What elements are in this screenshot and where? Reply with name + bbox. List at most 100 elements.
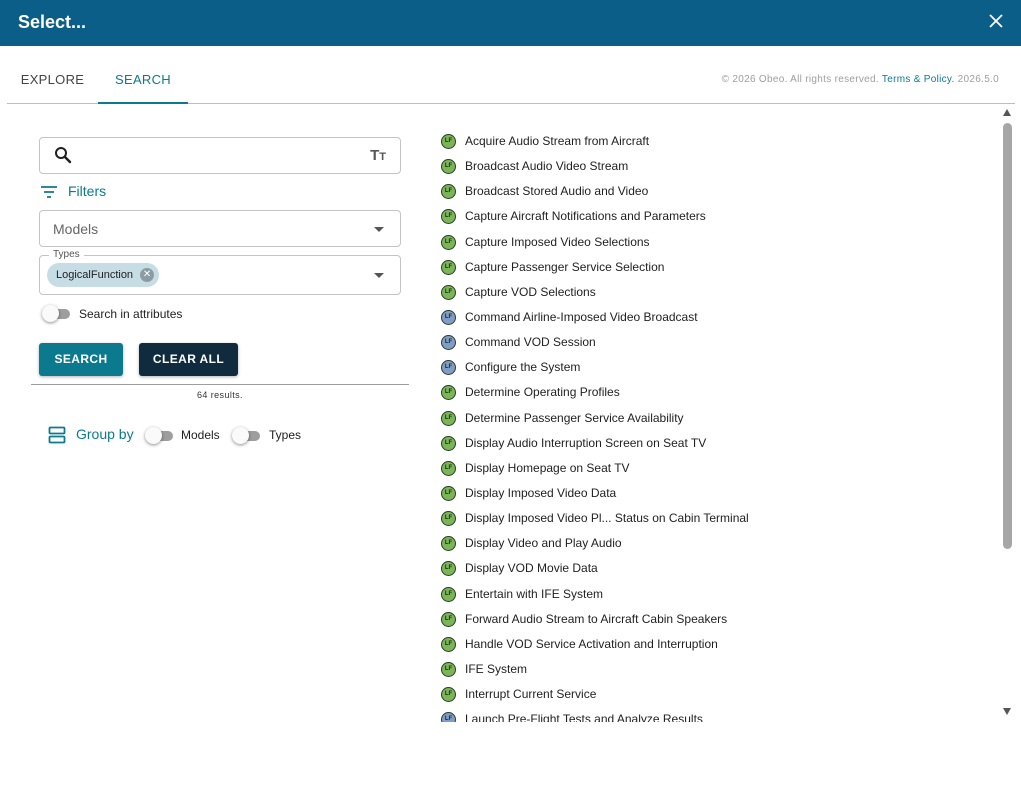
tab-explore[interactable]: EXPLORE [7,46,98,104]
result-item[interactable]: LF Launch Pre-Flight Tests and Analyze Re… [438,706,998,722]
result-item[interactable]: LF Display Video and Play Audio [438,530,998,555]
result-item[interactable]: LF Display Imposed Video Data [438,480,998,505]
result-item-label: Display Imposed Video Pl... Status on Ca… [465,511,749,526]
chip-remove-icon[interactable]: ✕ [140,268,155,282]
scroll-up-arrow[interactable] [1003,109,1011,116]
result-item-label: Launch Pre-Flight Tests and Analyze Resu… [465,712,703,722]
result-item-label: Display Imposed Video Data [465,485,617,500]
group-by-icon [48,426,66,444]
result-item[interactable]: LF Display Homepage on Seat TV [438,455,998,480]
result-item-label: Capture VOD Selections [465,284,596,299]
logical-function-icon: LF [441,712,456,722]
search-button[interactable]: SEARCH [39,343,123,376]
logical-function-icon: LF [441,385,456,401]
logical-function-icon: LF [441,687,456,703]
result-item[interactable]: LF Command Airline-Imposed Video Broadcas… [438,304,998,329]
result-item[interactable]: LF Capture VOD Selections [438,279,998,304]
text-size-icon[interactable]: TT [370,147,386,164]
result-item-label: Entertain with IFE System [465,586,604,601]
results-list: LF Acquire Audio Stream from Aircraft LF Br… [438,128,998,722]
models-select[interactable]: Models [39,210,401,247]
tab-bar: EXPLORE SEARCH © 2026 Obeo. All rights r… [7,46,1015,104]
result-item[interactable]: LF Determine Passenger Service Availabili… [438,405,998,430]
group-by-label: Group by [76,426,134,442]
logical-function-icon: LF [441,309,456,325]
filter-icon [41,186,57,198]
types-select[interactable]: Types LogicalFunction ✕ [39,249,401,295]
group-by-models-toggle[interactable] [145,427,175,444]
result-item[interactable]: LF Configure the System [438,354,998,379]
logical-function-icon: LF [441,636,456,652]
result-item-label: Acquire Audio Stream from Aircraft [465,134,650,148]
result-item-label: Display Audio Interruption Screen on Sea… [465,435,707,450]
logical-function-icon: LF [441,234,456,250]
result-item[interactable]: LF Acquire Audio Stream from Aircraft [438,128,998,153]
result-item[interactable]: LF Display Audio Interruption Screen on S… [438,430,998,455]
logical-function-icon: LF [441,661,456,677]
search-field[interactable]: TT [39,137,401,174]
result-item[interactable]: LF Broadcast Audio Video Stream [438,153,998,178]
result-item-label: IFE System [465,661,528,676]
types-legend: Types [49,249,84,260]
logical-function-icon: LF [441,360,456,376]
logical-function-icon: LF [441,511,456,527]
result-item-label: Handle VOD Service Activation and Interr… [465,636,718,651]
search-attributes-toggle[interactable] [42,305,72,322]
result-item-label: Display Homepage on Seat TV [465,460,630,475]
result-item[interactable]: LF Broadcast Stored Audio and Video [438,178,998,203]
result-item-label: Display Video and Play Audio [465,536,622,551]
result-item[interactable]: LF IFE System [438,656,998,681]
result-item-label: Command Airline-Imposed Video Broadcast [465,309,698,324]
logical-function-icon: LF [441,460,456,476]
result-item-label: Broadcast Audio Video Stream [465,159,629,174]
search-attributes-label: Search in attributes [79,307,183,321]
scrollbar-thumb[interactable] [1003,123,1012,549]
logical-function-icon: LF [441,410,456,426]
scroll-down-arrow[interactable] [1003,708,1011,715]
result-item-label: Display VOD Movie Data [465,561,598,576]
result-item-label: Determine Passenger Service Availability [465,410,684,425]
version-text: 2026.5.0 [957,74,999,85]
logical-function-icon: LF [441,335,456,351]
logical-function-icon: LF [441,435,456,451]
result-item[interactable]: LF Display VOD Movie Data [438,555,998,580]
result-item-label: Capture Imposed Video Selections [465,234,650,249]
result-item[interactable]: LF Determine Operating Profiles [438,379,998,404]
result-item-label: Determine Operating Profiles [465,385,620,400]
logical-function-icon: LF [441,209,456,225]
logical-function-icon: LF [441,611,456,627]
result-item[interactable]: LF Capture Imposed Video Selections [438,229,998,254]
result-item[interactable]: LF Command VOD Session [438,329,998,354]
logical-function-icon: LF [441,184,456,200]
result-item[interactable]: LF Interrupt Current Service [438,681,998,706]
logical-function-icon: LF [441,485,456,501]
tab-search[interactable]: SEARCH [98,46,188,104]
result-item-label: Command VOD Session [465,335,596,350]
type-chip-label: LogicalFunction [56,269,134,281]
result-item-label: Interrupt Current Service [465,687,597,702]
clear-all-button[interactable]: CLEAR ALL [139,343,238,376]
result-item[interactable]: LF Handle VOD Service Activation and Inte… [438,631,998,656]
search-input[interactable] [84,144,354,168]
result-item[interactable]: LF Forward Audio Stream to Aircraft Cabin… [438,606,998,631]
copyright-text: © 2026 Obeo. All rights reserved. [721,74,879,85]
result-item-label: Capture Aircraft Notifications and Param… [465,209,706,224]
toggle-thumb [232,427,249,444]
terms-policy-link[interactable]: Terms & Policy. [882,74,955,85]
result-item-label: Capture Passenger Service Selection [465,259,665,274]
result-item-label: Broadcast Stored Audio and Video [465,184,649,199]
chevron-down-icon [374,273,384,278]
result-item-label: Configure the System [465,360,581,375]
close-icon[interactable] [987,12,1005,30]
chevron-down-icon [374,227,384,232]
result-item[interactable]: LF Display Imposed Video Pl... Status on … [438,505,998,530]
group-by-types-toggle[interactable] [232,427,262,444]
group-by-types-label: Types [269,428,302,442]
result-item[interactable]: LF Entertain with IFE System [438,581,998,606]
result-item[interactable]: LF Capture Passenger Service Selection [438,254,998,279]
models-placeholder: Models [53,221,99,237]
logical-function-icon: LF [441,259,456,275]
result-item[interactable]: LF Capture Aircraft Notifications and Par… [438,203,998,228]
divider [31,384,409,385]
group-by-models-label: Models [181,428,220,442]
